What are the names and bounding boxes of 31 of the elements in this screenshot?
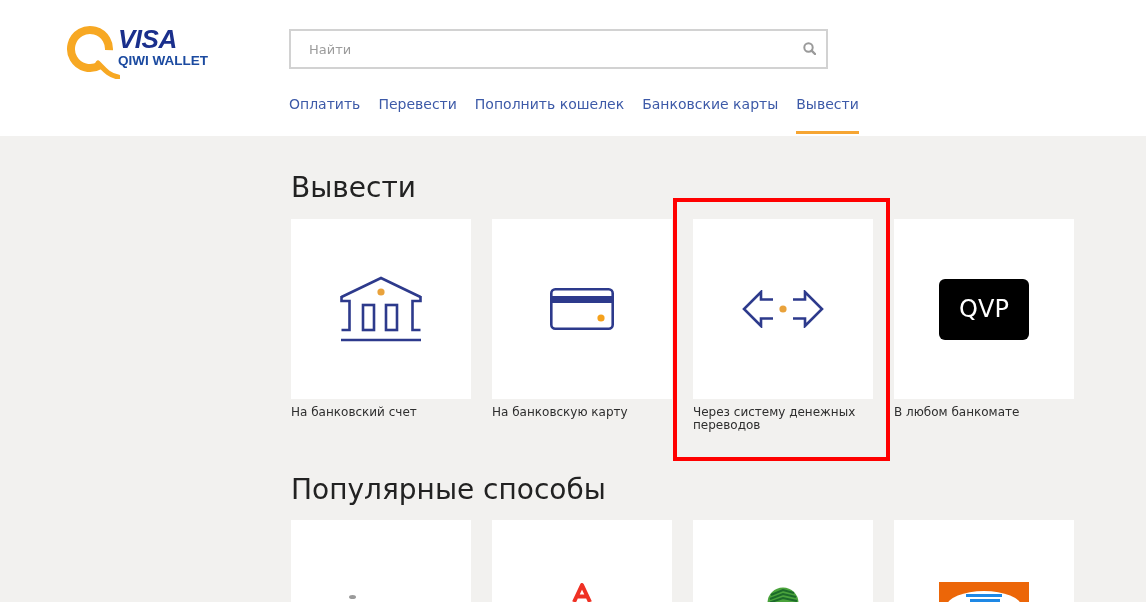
nav-tab[interactable]: Перевести (378, 94, 457, 134)
option-label[interactable]: На банковский счет (291, 406, 471, 419)
option-tile[interactable] (291, 219, 471, 399)
option-label[interactable]: На банковскую карту (492, 406, 672, 419)
option-tile[interactable] (894, 520, 1074, 602)
bank-icon (340, 276, 422, 342)
search-icon[interactable] (803, 42, 816, 55)
search-field[interactable]: Найти (289, 29, 828, 69)
nav-tab[interactable]: Пополнить кошелек (474, 94, 625, 134)
option-tile[interactable] (492, 219, 672, 399)
ring-logo-icon[interactable] (64, 25, 120, 79)
option-tile[interactable]: QVP (894, 219, 1074, 399)
logo-brand-text[interactable]: VISA (118, 26, 208, 53)
option-tile[interactable] (693, 520, 873, 602)
option-label[interactable]: В любом банкомате (894, 406, 1074, 419)
option-tile[interactable] (291, 520, 471, 602)
dot-icon (348, 595, 356, 599)
option-tile[interactable] (693, 219, 873, 399)
section-heading: Вывести (291, 170, 417, 206)
double-arrow-icon (742, 290, 824, 328)
striped-logo-icon (767, 586, 799, 602)
credit-card-icon (550, 288, 614, 330)
logo-product-text[interactable]: QIWI WALLET (118, 53, 208, 69)
letter-logo-icon (572, 583, 592, 602)
option-tile[interactable] (492, 520, 672, 602)
tile-logo-icon (939, 582, 1029, 602)
nav-tab[interactable]: Оплатить (289, 94, 361, 134)
section-heading: Популярные способы (291, 472, 607, 508)
option-label[interactable]: Через систему денежных переводов (693, 406, 873, 432)
logo-badge: QVP (939, 278, 1029, 340)
nav-tab[interactable]: Банковские карты (642, 94, 779, 134)
